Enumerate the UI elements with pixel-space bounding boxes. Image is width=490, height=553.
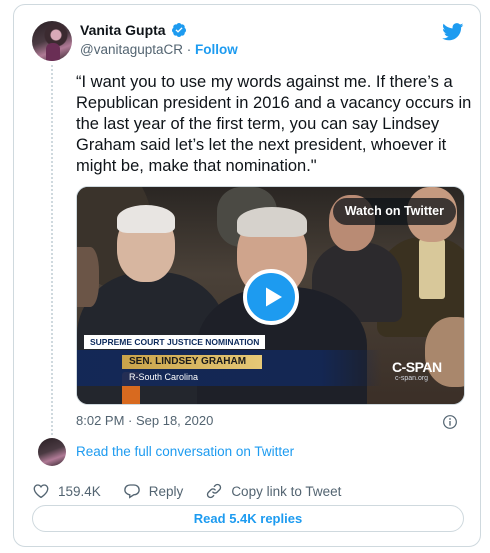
tweet-text: “I want you to use my words against me. … xyxy=(76,73,472,175)
author-avatar[interactable] xyxy=(32,21,72,61)
embedded-tweet-card: Vanita Gupta @vanitaguptaCR · Follow “I … xyxy=(13,4,481,547)
read-replies-button[interactable]: Read 5.4K replies xyxy=(32,505,464,532)
copy-link-label: Copy link to Tweet xyxy=(231,483,342,499)
handle-separator: · xyxy=(186,42,192,57)
video-person-head xyxy=(77,247,99,307)
play-icon xyxy=(266,287,282,307)
read-conversation-link[interactable]: Read the full conversation on Twitter xyxy=(76,444,294,459)
reply-bubble-icon xyxy=(123,484,140,499)
video-speaker-hair xyxy=(237,207,307,237)
video-person-head xyxy=(425,317,464,387)
author-handle-row: @vanitaguptaCR · Follow xyxy=(80,42,238,57)
like-count: 159.4K xyxy=(58,483,101,499)
author-display-name[interactable]: Vanita Gupta xyxy=(80,22,166,38)
chyron-topic: SUPREME COURT JUSTICE NOMINATION xyxy=(84,335,266,349)
twitter-bird-icon[interactable] xyxy=(442,23,464,41)
chyron-name: SEN. LINDSEY GRAHAM xyxy=(129,356,247,367)
reply-label: Reply xyxy=(148,483,184,499)
watch-on-twitter-button[interactable]: Watch on Twitter xyxy=(332,198,456,225)
link-icon xyxy=(207,483,222,499)
timestamp-text[interactable]: 8:02 PM · Sep 18, 2020 xyxy=(76,413,213,428)
cspan-logo: C-SPAN xyxy=(392,359,442,375)
info-icon[interactable] xyxy=(442,414,458,430)
video-person-hair xyxy=(117,205,175,233)
tweet-timestamp[interactable]: 8:02 PM · Sep 18, 2020 xyxy=(76,413,213,428)
cspan-url: c-span.org xyxy=(395,375,429,382)
thread-connector-line xyxy=(51,65,53,435)
chyron-subtitle: R-South Carolina xyxy=(129,372,199,382)
reply-action[interactable]: Reply xyxy=(123,482,184,500)
video-person-shirt xyxy=(419,239,445,299)
play-button[interactable] xyxy=(243,269,299,325)
tweet-actions: 159.4K Reply Copy link to Tweet xyxy=(32,482,363,500)
video-media[interactable]: Watch on Twitter SUPREME COURT JUSTICE N… xyxy=(76,186,465,405)
like-action[interactable]: 159.4K xyxy=(32,482,101,500)
author-name-row: Vanita Gupta xyxy=(80,22,187,38)
author-avatar-small[interactable] xyxy=(38,438,66,466)
copy-link-action[interactable]: Copy link to Tweet xyxy=(205,482,341,500)
heart-icon xyxy=(33,484,49,499)
follow-link[interactable]: Follow xyxy=(195,42,238,57)
verified-badge-icon xyxy=(171,23,186,37)
author-handle[interactable]: @vanitaguptaCR xyxy=(80,42,183,57)
